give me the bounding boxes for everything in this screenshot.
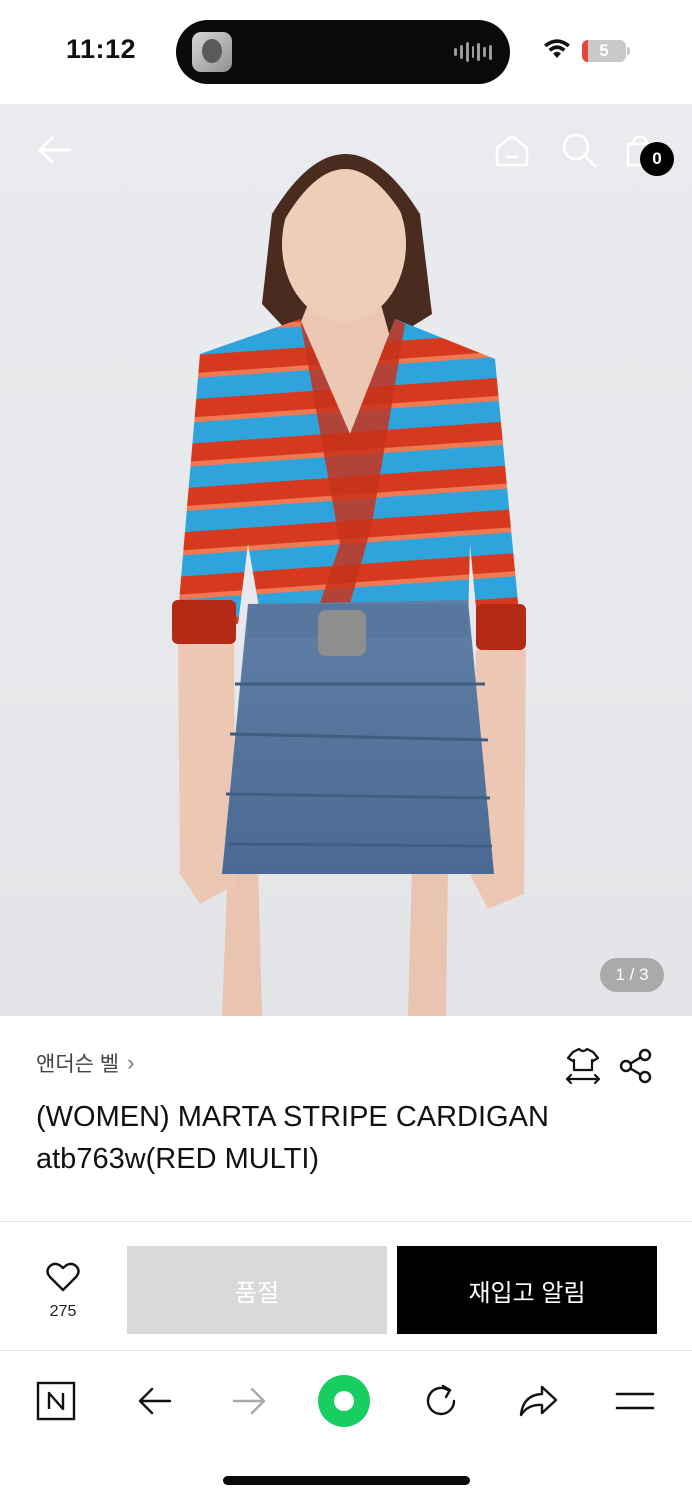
home-button[interactable] <box>488 126 536 174</box>
naver-home-button[interactable] <box>28 1373 84 1429</box>
cart-count-badge: 0 <box>640 142 674 176</box>
product-title-line2: atb763w(RED MULTI) <box>36 1143 320 1175</box>
status-bar: 11:12 5 <box>0 0 692 104</box>
product-photo <box>172 154 526 1016</box>
menu-button[interactable] <box>607 1373 663 1429</box>
browser-back-button[interactable] <box>126 1373 182 1429</box>
arrow-right-icon <box>232 1387 266 1415</box>
arrow-left-icon <box>38 136 72 164</box>
purchase-action-bar: 275 품절 재입고 알림 <box>0 1222 692 1350</box>
battery-icon: 5 <box>582 40 630 62</box>
island-avatar <box>192 32 232 72</box>
reload-icon <box>426 1384 456 1416</box>
reload-button[interactable] <box>413 1373 469 1429</box>
battery-level: 5 <box>599 41 609 60</box>
menu-icon <box>615 1392 655 1410</box>
browser-share-button[interactable] <box>510 1373 566 1429</box>
status-time: 11:12 <box>66 34 137 64</box>
share-icon[interactable] <box>618 1048 654 1084</box>
product-info: 앤더슨 벨 › (WOMEN) MARTA STRIPE CARDIGAN at… <box>0 1016 692 1222</box>
brand-link[interactable]: 앤더슨 벨 › <box>36 1048 134 1078</box>
browser-forward-button[interactable] <box>222 1373 278 1429</box>
green-dot-button[interactable] <box>316 1373 372 1429</box>
dynamic-island[interactable] <box>176 20 510 84</box>
brand-name: 앤더슨 벨 <box>36 1053 120 1076</box>
home-indicator[interactable] <box>223 1476 470 1485</box>
product-title-line1: (WOMEN) MARTA STRIPE CARDIGAN <box>36 1101 549 1133</box>
product-image[interactable]: 0 1 / 3 <box>0 104 692 1016</box>
search-button[interactable] <box>555 126 603 174</box>
chevron-right-icon: › <box>127 1050 135 1075</box>
size-guide-icon[interactable] <box>563 1046 603 1086</box>
wishlist-count: 275 <box>49 1303 77 1320</box>
back-button[interactable] <box>30 126 78 174</box>
product-title: (WOMEN) MARTA STRIPE CARDIGAN atb763w(RE… <box>36 1096 636 1180</box>
arrow-left-icon <box>138 1387 172 1415</box>
naver-n-icon <box>36 1381 76 1421</box>
green-dot-icon <box>318 1375 370 1427</box>
home-icon <box>495 134 529 167</box>
heart-icon <box>46 1262 80 1292</box>
share-arrow-icon <box>519 1385 558 1417</box>
search-icon <box>562 133 597 168</box>
audio-wave-icon <box>454 42 493 62</box>
image-counter: 1 / 3 <box>600 958 664 992</box>
restock-alert-button[interactable]: 재입고 알림 <box>397 1246 657 1334</box>
wishlist-button[interactable]: 275 <box>38 1262 88 1321</box>
wifi-icon <box>544 39 570 58</box>
browser-toolbar <box>0 1351 692 1500</box>
soldout-button[interactable]: 품절 <box>127 1246 387 1334</box>
